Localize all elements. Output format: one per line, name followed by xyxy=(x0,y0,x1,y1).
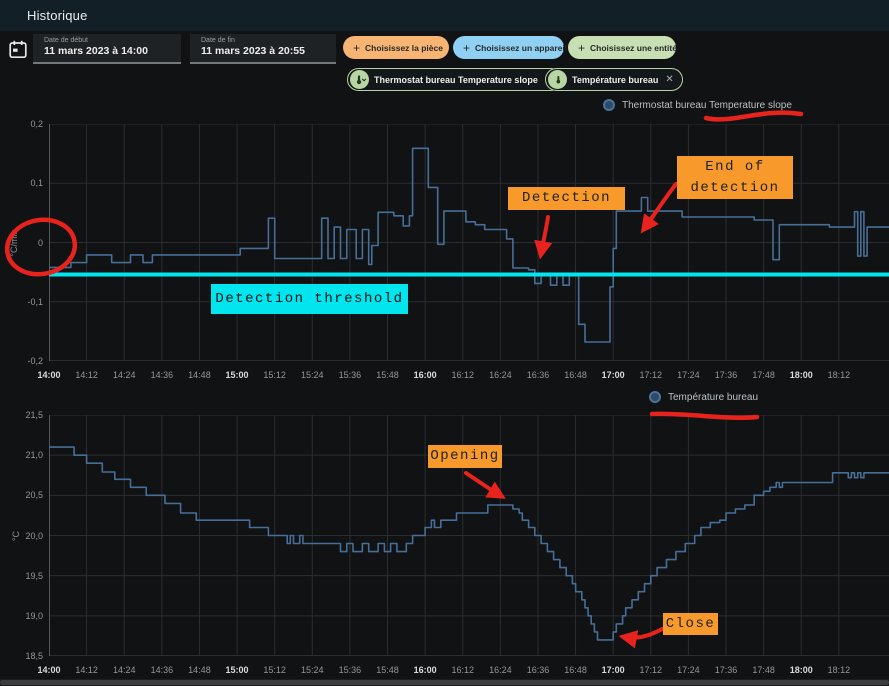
plus-icon: + xyxy=(353,42,360,54)
y-axis-tick: 0,1 xyxy=(5,178,43,188)
x-axis-tick: 16:24 xyxy=(489,370,512,380)
chip-label: Température bureau xyxy=(572,75,658,85)
x-axis-tick: 17:48 xyxy=(752,665,775,675)
x-axis-tick: 15:48 xyxy=(376,370,399,380)
x-axis-tick: 14:24 xyxy=(113,370,136,380)
x-axis-tick: 14:24 xyxy=(113,665,136,675)
x-axis-tick: 18:12 xyxy=(828,370,851,380)
y-axis-tick: -0,1 xyxy=(5,297,43,307)
y-axis-tick: 20,5 xyxy=(5,490,43,500)
x-axis-tick: 17:36 xyxy=(715,665,738,675)
x-axis-tick: 15:24 xyxy=(301,370,324,380)
x-axis-tick: 16:12 xyxy=(451,370,474,380)
x-axis-tick: 16:36 xyxy=(527,370,550,380)
y-axis-tick: 0,2 xyxy=(5,119,43,129)
x-axis-tick: 17:12 xyxy=(640,370,663,380)
thermometer-chevron-icon xyxy=(350,70,369,89)
date-start-field[interactable]: Date de début 11 mars 2023 à 14:00 xyxy=(33,34,181,64)
x-axis-tick: 15:00 xyxy=(226,665,249,675)
x-axis-tick: 14:12 xyxy=(75,370,98,380)
x-axis-tick: 15:36 xyxy=(339,370,362,380)
x-axis-tick: 14:48 xyxy=(188,665,211,675)
x-axis-tick: 17:24 xyxy=(677,370,700,380)
horizontal-scrollbar[interactable] xyxy=(0,679,889,686)
plus-icon: + xyxy=(463,42,470,54)
legend-marker xyxy=(649,391,661,403)
x-axis-tick: 15:12 xyxy=(263,665,286,675)
date-end-value: 11 mars 2023 à 20:55 xyxy=(201,45,326,57)
chip-label: Thermostat bureau Temperature slope xyxy=(374,75,538,85)
x-axis-tick: 14:00 xyxy=(37,665,60,675)
x-axis-tick: 15:36 xyxy=(339,665,362,675)
date-start-value: 11 mars 2023 à 14:00 xyxy=(44,45,171,57)
close-icon[interactable]: ✕ xyxy=(665,74,673,85)
x-axis-tick: 15:48 xyxy=(376,665,399,675)
x-axis-tick: 17:48 xyxy=(752,370,775,380)
x-axis-tick: 16:00 xyxy=(414,370,437,380)
x-axis-tick: 14:00 xyxy=(37,370,60,380)
choose-device-button[interactable]: + Choisissez un appareil xyxy=(453,36,564,59)
entity-chip-thermostat-slope[interactable]: Thermostat bureau Temperature slope ✕ xyxy=(347,68,562,91)
date-start-label: Date de début xyxy=(44,37,171,44)
choose-entity-label: Choisissez une entité xyxy=(590,43,677,53)
date-end-field[interactable]: Date de fin 11 mars 2023 à 20:55 xyxy=(190,34,336,64)
x-axis-tick: 14:48 xyxy=(188,370,211,380)
y-axis-tick: 0 xyxy=(5,238,43,248)
x-axis-tick: 18:12 xyxy=(828,665,851,675)
x-axis-tick: 16:48 xyxy=(564,665,587,675)
slope-chart-plot[interactable] xyxy=(49,124,889,361)
choose-room-button[interactable]: + Choisissez la pièce xyxy=(343,36,449,59)
y-axis-tick: -0,2 xyxy=(5,356,43,366)
calendar-icon[interactable] xyxy=(9,40,27,59)
y-axis-tick: 19,5 xyxy=(5,571,43,581)
series-line xyxy=(49,148,889,342)
scrollbar-thumb[interactable] xyxy=(0,680,889,685)
entity-chip-temperature[interactable]: Température bureau ✕ xyxy=(545,68,683,91)
x-axis-tick: 17:24 xyxy=(677,665,700,675)
plus-icon: + xyxy=(578,42,585,54)
y-axis-tick: 18,5 xyxy=(5,651,43,661)
legend-temperature-bureau[interactable]: Température bureau xyxy=(649,391,758,403)
x-axis-tick: 15:12 xyxy=(263,370,286,380)
x-axis-tick: 16:12 xyxy=(451,665,474,675)
legend-marker xyxy=(603,99,615,111)
x-axis-tick: 17:00 xyxy=(602,665,625,675)
choose-entity-button[interactable]: + Choisissez une entité xyxy=(568,36,676,59)
x-axis-tick: 17:12 xyxy=(640,665,663,675)
x-axis-tick: 17:00 xyxy=(602,370,625,380)
thermometer-icon xyxy=(548,70,567,89)
legend-thermostat-slope[interactable]: Thermostat bureau Temperature slope xyxy=(603,99,792,111)
x-axis-tick: 17:36 xyxy=(715,370,738,380)
x-axis-tick: 14:36 xyxy=(151,665,174,675)
choose-room-label: Choisissez la pièce xyxy=(365,43,443,53)
legend-label: Thermostat bureau Temperature slope xyxy=(622,100,792,111)
page-title: Historique xyxy=(27,8,88,23)
series-line xyxy=(49,447,889,640)
y-axis-tick: 21,5 xyxy=(5,410,43,420)
y-axis-tick: 20,0 xyxy=(5,531,43,541)
y-axis-tick: 19,0 xyxy=(5,611,43,621)
x-axis-tick: 14:36 xyxy=(151,370,174,380)
x-axis-tick: 18:00 xyxy=(790,665,813,675)
y-axis-tick: 21,0 xyxy=(5,450,43,460)
app-header: Historique xyxy=(0,0,889,31)
x-axis-tick: 16:48 xyxy=(564,370,587,380)
x-axis-tick: 16:36 xyxy=(527,665,550,675)
date-end-label: Date de fin xyxy=(201,37,326,44)
temperature-chart-plot[interactable] xyxy=(49,415,889,656)
choose-device-label: Choisissez un appareil xyxy=(475,43,567,53)
x-axis-tick: 15:00 xyxy=(226,370,249,380)
x-axis-tick: 15:24 xyxy=(301,665,324,675)
x-axis-tick: 16:24 xyxy=(489,665,512,675)
x-axis-tick: 16:00 xyxy=(414,665,437,675)
legend-label: Température bureau xyxy=(668,392,758,403)
x-axis-tick: 14:12 xyxy=(75,665,98,675)
legend-underline-annotation-1 xyxy=(706,113,801,120)
x-axis-tick: 18:00 xyxy=(790,370,813,380)
